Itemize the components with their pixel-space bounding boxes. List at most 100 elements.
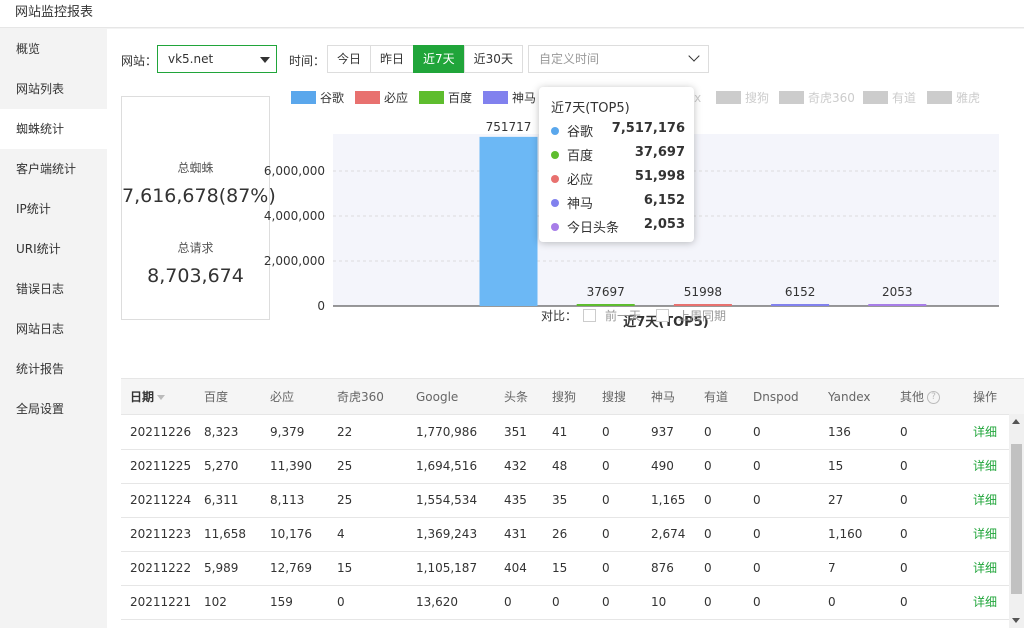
table-cell: 0	[602, 595, 610, 609]
legend-item[interactable]: 奇虎360	[779, 91, 855, 105]
sidebar-item[interactable]: 蜘蛛统计	[0, 109, 107, 149]
legend-item[interactable]: 必应	[355, 91, 408, 105]
tooltip-series-name: 今日头条	[567, 221, 620, 236]
sidebar-item[interactable]: URI统计	[0, 229, 107, 269]
tooltip-series-value: 2,053	[643, 217, 685, 232]
bar	[576, 304, 635, 306]
table-header-label: 神马	[651, 390, 676, 404]
sidebar-item[interactable]: 网站日志	[0, 309, 107, 349]
tooltip-series-value: 37,697	[634, 145, 685, 160]
scroll-down-icon[interactable]	[1012, 618, 1020, 623]
time-range-button[interactable]: 今日	[327, 45, 372, 73]
table-cell: 0	[900, 527, 908, 541]
table-cell: 0	[753, 527, 761, 541]
sort-caret-icon[interactable]	[157, 395, 166, 400]
compare-checkbox-prev-day[interactable]	[583, 309, 596, 322]
tooltip-series-value: 7,517,176	[611, 121, 685, 136]
table-cell: 11,658	[204, 527, 246, 541]
compare-label: 对比：	[541, 309, 578, 323]
legend-item[interactable]: 百度	[419, 91, 472, 105]
detail-link[interactable]: 详细	[973, 416, 997, 449]
table-header-label: 有道	[704, 390, 729, 404]
table-row: 20211221 102 159 0 13,620 0 0 0 10 0 0 0 0 详细	[121, 586, 1011, 620]
legend-item[interactable]: 搜狗	[716, 91, 769, 105]
table-cell: 432	[504, 459, 527, 473]
table-header-cell: 其他?	[900, 379, 941, 415]
top-bar: 网站监控报表	[0, 0, 1024, 28]
sidebar-item[interactable]: IP统计	[0, 189, 107, 229]
table-header-cell: Google	[416, 379, 458, 415]
table-header: 日期 百度 必应 奇虎360 Google 头条 搜狗 搜搜 神马 有道 Dnspod Yandex 其…	[121, 379, 1024, 415]
table-cell: 20211226	[130, 425, 192, 439]
time-range-tabs: 今日 昨日 近7天 近30天	[327, 45, 523, 73]
table-cell: 136	[828, 425, 851, 439]
table-header-label: 奇虎360	[337, 390, 384, 404]
detail-link[interactable]: 详细	[973, 552, 997, 585]
detail-link[interactable]: 详细	[973, 518, 997, 551]
scroll-thumb[interactable]	[1011, 444, 1022, 594]
compare-checkbox-last-week[interactable]	[656, 309, 669, 322]
time-range-button[interactable]: 昨日	[370, 45, 415, 73]
table-row: 20211223 11,658 10,176 4 1,369,243 431 26 0 2,67…	[121, 518, 1011, 552]
tooltip-series-value: 6,152	[643, 193, 685, 208]
table-cell: 0	[900, 595, 908, 609]
tooltip-dot	[551, 150, 559, 159]
table-cell: 1,160	[828, 527, 863, 541]
table-cell: 0	[602, 459, 610, 473]
table-header-cell: 搜搜	[602, 379, 626, 415]
table-header-label: 其他	[900, 390, 925, 404]
legend-swatch	[927, 91, 952, 104]
legend-label: 雅虎	[956, 91, 981, 105]
legend-item[interactable]: 雅虎	[927, 91, 980, 105]
tooltip-series-name: 神马	[567, 197, 594, 212]
tooltip-series-name: 必应	[567, 173, 594, 188]
time-range-button[interactable]: 近7天	[413, 45, 465, 73]
sidebar-item[interactable]: 全局设置	[0, 389, 107, 429]
legend-label: 必应	[384, 91, 409, 105]
table-cell: 0	[753, 425, 761, 439]
sidebar-item[interactable]: 概览	[0, 29, 107, 69]
table-cell: 27	[828, 493, 844, 507]
legend-item[interactable]: 神马	[483, 91, 536, 105]
legend-swatch	[863, 91, 888, 104]
sidebar-item[interactable]: 错误日志	[0, 269, 107, 309]
site-select[interactable]: vk5.net	[157, 45, 277, 73]
custom-time-placeholder: 自定义时间	[539, 52, 600, 66]
table-scrollbar[interactable]	[1009, 414, 1024, 628]
detail-link[interactable]: 详细	[973, 484, 997, 517]
table-cell: 20211224	[130, 493, 192, 507]
tooltip-row: 百度 37,697	[551, 145, 685, 164]
table-cell: 15	[552, 561, 568, 575]
detail-link[interactable]: 详细	[973, 586, 997, 619]
tooltip-dot	[551, 126, 559, 135]
scroll-up-icon[interactable]	[1012, 419, 1020, 424]
custom-time-select[interactable]: 自定义时间	[528, 45, 709, 73]
sidebar-item[interactable]: 客户端统计	[0, 149, 107, 189]
table-header-label: 头条	[504, 390, 529, 404]
table-cell: 0	[900, 425, 908, 439]
table-cell: 20211225	[130, 459, 192, 473]
bar	[868, 304, 927, 306]
table-cell: 1,694,516	[416, 459, 478, 473]
sidebar-item[interactable]: 网站列表	[0, 69, 107, 109]
table-header-cell[interactable]: 日期	[130, 379, 166, 415]
table-header-label: 日期	[130, 390, 155, 404]
site-label: 网站：	[121, 54, 158, 68]
time-range-button[interactable]: 近30天	[463, 45, 523, 73]
detail-link[interactable]: 详细	[973, 450, 997, 483]
y-tick-label: 2,000,000	[264, 254, 325, 268]
help-icon[interactable]: ?	[927, 391, 941, 404]
table-header-cell: 头条	[504, 379, 528, 415]
bar-value-label: 6152	[785, 285, 816, 299]
legend-item[interactable]: 有道	[863, 91, 916, 105]
table-header-cell: 神马	[651, 379, 675, 415]
table-cell: 351	[504, 425, 527, 439]
table-header-cell: 搜狗	[552, 379, 576, 415]
table-header-label: Dnspod	[753, 390, 799, 404]
table-header-label: 搜搜	[602, 390, 627, 404]
bar-value-label: 751717	[486, 120, 532, 134]
time-label: 时间：	[289, 54, 326, 68]
tooltip-dot	[551, 222, 559, 231]
legend-item[interactable]: 谷歌	[291, 91, 344, 105]
sidebar-item[interactable]: 统计报告	[0, 349, 107, 389]
